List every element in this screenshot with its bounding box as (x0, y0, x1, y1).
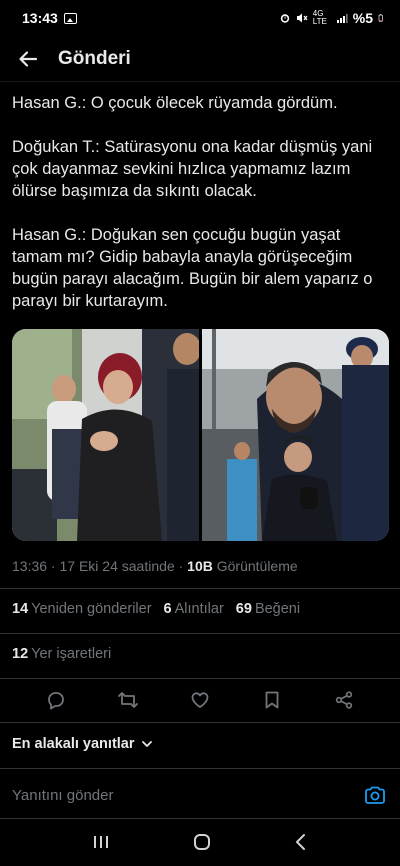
recent-apps-icon (93, 835, 108, 848)
bookmarks-stat[interactable]: 12 Yer işaretleri (12, 646, 111, 662)
divider (0, 768, 400, 769)
bookmarks-label: Yer işaretleri (31, 646, 112, 662)
post-meta: 13:36 · 17 Eki 24 saatinde · 10B Görüntü… (12, 558, 298, 574)
reply-composer: Yanıtını gönder (0, 772, 400, 818)
reposts-stat[interactable]: 14 Yeniden gönderiler (12, 601, 152, 617)
views-label: Görüntüleme (216, 558, 298, 574)
share-button[interactable] (324, 680, 364, 720)
share-icon (335, 691, 353, 709)
battery-percent: %5 (352, 10, 373, 26)
divider (0, 588, 400, 589)
repost-button[interactable] (108, 680, 148, 720)
reply-button[interactable] (36, 680, 76, 720)
home-button[interactable] (193, 833, 211, 856)
bookmark-icon (265, 691, 279, 709)
post-paragraph: Hasan G.: Doğukan sen çocuğu bugün yaşat… (12, 226, 373, 310)
photo-left-image (12, 329, 199, 541)
post-date: 17 Eki 24 saatinde (59, 558, 175, 574)
photo-right[interactable] (202, 329, 389, 541)
like-icon (191, 692, 209, 708)
post-text: Hasan G.: O çocuk ölecek rüyamda gördüm.… (12, 92, 390, 334)
engagement-stats: 14 Yeniden gönderiler 6 Alıntılar 69 Beğeni (12, 601, 300, 617)
photo-right-image (202, 329, 389, 541)
reply-sort-label: En alakalı yanıtlar (12, 736, 135, 752)
network-type: 4G LTE (312, 9, 327, 26)
bookmarks-count: 12 (12, 646, 29, 662)
alarm-icon (280, 14, 289, 23)
top-bar: Gönderi (0, 36, 400, 82)
reply-sort-dropdown[interactable]: En alakalı yanıtlar (12, 736, 153, 752)
signal-icon (336, 14, 348, 23)
divider (0, 722, 400, 723)
reposts-label: Yeniden gönderiler (31, 601, 152, 617)
status-time: 13:43 (22, 10, 58, 26)
repost-icon (118, 692, 138, 708)
recent-apps-button[interactable] (92, 834, 110, 855)
page-title: Gönderi (58, 47, 131, 69)
back-nav-button[interactable] (294, 833, 308, 856)
divider (0, 633, 400, 634)
likes-label: Beğeni (254, 601, 301, 617)
divider (0, 818, 400, 819)
like-button[interactable] (180, 680, 220, 720)
action-bar (0, 680, 400, 720)
reply-icon (48, 692, 64, 710)
chevron-down-icon (141, 741, 152, 747)
bookmark-button[interactable] (252, 680, 292, 720)
camera-button[interactable] (362, 782, 388, 808)
mute-icon (296, 13, 308, 23)
system-nav-bar (0, 822, 400, 866)
status-icons: 4G LTE %5 (279, 10, 386, 26)
divider (0, 678, 400, 679)
back-button[interactable] (0, 36, 56, 82)
post-media[interactable] (12, 329, 389, 541)
post-time: 13:36 (12, 558, 48, 574)
gallery-notification-icon (63, 12, 77, 24)
quotes-label: Alıntılar (174, 601, 224, 617)
quotes-stat[interactable]: 6 Alıntılar (164, 601, 224, 617)
status-bar: 13:43 4G LTE %5 (0, 0, 400, 36)
quotes-count: 6 (163, 601, 172, 617)
post-paragraph: Doğukan T.: Satürasyonu ona kadar düşmüş… (12, 138, 373, 200)
likes-count: 69 (235, 601, 252, 617)
views-count: 10B (187, 558, 213, 574)
reply-input[interactable]: Yanıtını gönder (12, 787, 113, 804)
back-nav-icon (296, 833, 306, 850)
camera-icon (365, 786, 385, 804)
home-icon (193, 833, 210, 850)
back-arrow-icon (19, 50, 38, 67)
likes-stat[interactable]: 69 Beğeni (236, 601, 300, 617)
post-paragraph: Hasan G.: O çocuk ölecek rüyamda gördüm. (12, 94, 338, 112)
photo-left[interactable] (12, 329, 199, 541)
battery-icon (378, 14, 383, 22)
reposts-count: 14 (12, 601, 29, 617)
